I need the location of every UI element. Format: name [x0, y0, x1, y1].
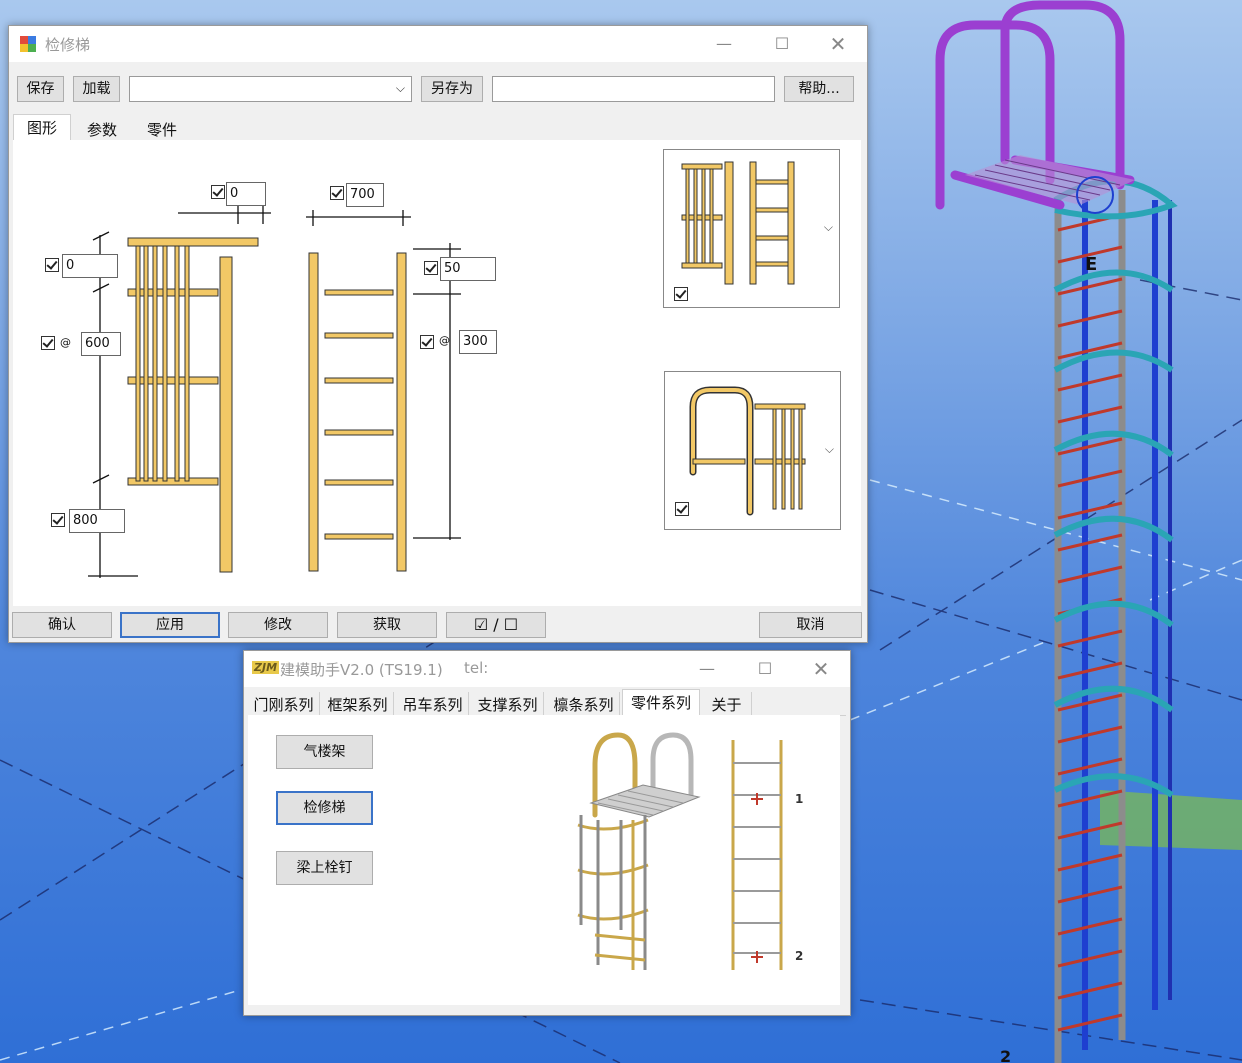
chevron-down-icon[interactable]: ⌵: [824, 220, 833, 235]
save-button[interactable]: 保存: [17, 76, 64, 102]
width-input[interactable]: 700: [346, 183, 384, 207]
preview-1-checkbox[interactable]: [674, 287, 688, 301]
bottom-input[interactable]: 800: [69, 509, 125, 533]
right-offset-input[interactable]: 50: [440, 257, 496, 281]
ladder-type-preview[interactable]: ⌵: [663, 149, 840, 308]
rung-spacing-input[interactable]: 300: [459, 330, 497, 354]
left-offset-checkbox[interactable]: [45, 258, 59, 272]
point-label-2: 2: [795, 949, 804, 963]
maximize-icon[interactable]: ☐: [742, 655, 788, 683]
spacing-input[interactable]: 600: [81, 332, 121, 356]
dialog-tab-strip: 图形 参数 零件: [13, 114, 863, 140]
ladder-3d-illustration: [577, 732, 701, 970]
assistant-title: 建模助手V2.0 (TS19.1): [280, 661, 443, 679]
load-button[interactable]: 加载: [73, 76, 120, 102]
top-left-input[interactable]: 0: [226, 182, 266, 206]
grid-label: E: [1085, 254, 1097, 275]
spacing-checkbox[interactable]: [41, 336, 55, 350]
close-icon[interactable]: ✕: [815, 30, 861, 58]
help-button[interactable]: 帮助...: [784, 76, 854, 102]
roof-vent-frame-button[interactable]: 气楼架: [276, 735, 373, 769]
preset-select[interactable]: ⌵: [129, 76, 412, 102]
top-left-checkbox[interactable]: [211, 185, 225, 199]
parts-panel: 气楼架 检修梯 梁上栓钉 1 2: [248, 715, 840, 1005]
point-label-1: 1: [795, 792, 804, 806]
chevron-down-icon: ⌵: [395, 81, 405, 95]
ladder-button[interactable]: 检修梯: [276, 791, 373, 825]
ladder-dialog: 检修梯 — ☐ ✕ 保存 加载 ⌵ 另存为 帮助... 图形 参数 零件 0 7…: [8, 25, 868, 643]
close-icon[interactable]: ✕: [798, 655, 844, 683]
assistant-window: ZJM 建模助手V2.0 (TS19.1) tel: — ☐ ✕ 门刚系列 框架…: [243, 650, 851, 1016]
graphics-panel: 0 700 0 @ 600 800 50 @ 300 ⌵ ⌵: [13, 140, 861, 606]
ladder-type-image: [681, 161, 795, 285]
ladder-front-illustration: [731, 740, 783, 970]
bottom-checkbox[interactable]: [51, 513, 65, 527]
save-as-name-input[interactable]: [492, 76, 775, 102]
tel-label: tel:: [464, 659, 489, 677]
width-checkbox[interactable]: [330, 186, 344, 200]
apply-button[interactable]: 应用: [120, 612, 220, 638]
toggle-check-button[interactable]: ☑ / ☐: [446, 612, 546, 638]
dialog-title: 检修梯: [45, 36, 91, 54]
bottom-label: 2: [1000, 1047, 1011, 1063]
assistant-tab-strip: 门刚系列 框架系列 吊车系列 支撑系列 檩条系列 零件系列 关于: [248, 689, 846, 718]
handrail-type-image: [689, 386, 806, 516]
preview-2-checkbox[interactable]: [675, 502, 689, 516]
chevron-down-icon[interactable]: ⌵: [825, 442, 834, 457]
cancel-button[interactable]: 取消: [759, 612, 862, 638]
at-symbol-right: @: [439, 334, 450, 347]
modify-button[interactable]: 修改: [228, 612, 328, 638]
assistant-logo: ZJM: [252, 661, 280, 674]
app-icon: [20, 36, 36, 52]
maximize-icon[interactable]: ☐: [759, 30, 805, 58]
left-offset-input[interactable]: 0: [62, 254, 118, 278]
at-symbol: @: [60, 336, 71, 349]
save-as-button[interactable]: 另存为: [421, 76, 483, 102]
right-offset-checkbox[interactable]: [424, 261, 438, 275]
tab-graphics[interactable]: 图形: [13, 114, 71, 140]
assistant-titlebar[interactable]: ZJM 建模助手V2.0 (TS19.1) tel: — ☐ ✕: [244, 651, 850, 687]
handrail-type-preview[interactable]: ⌵: [664, 371, 841, 530]
minimize-icon[interactable]: —: [701, 30, 747, 58]
shear-stud-button[interactable]: 梁上栓钉: [276, 851, 373, 885]
confirm-button[interactable]: 确认: [12, 612, 112, 638]
tab-parts-series[interactable]: 零件系列: [622, 689, 700, 715]
rung-spacing-checkbox[interactable]: [420, 335, 434, 349]
get-button[interactable]: 获取: [337, 612, 437, 638]
minimize-icon[interactable]: —: [684, 655, 730, 683]
ladder-dialog-titlebar[interactable]: 检修梯 — ☐ ✕: [9, 26, 867, 62]
